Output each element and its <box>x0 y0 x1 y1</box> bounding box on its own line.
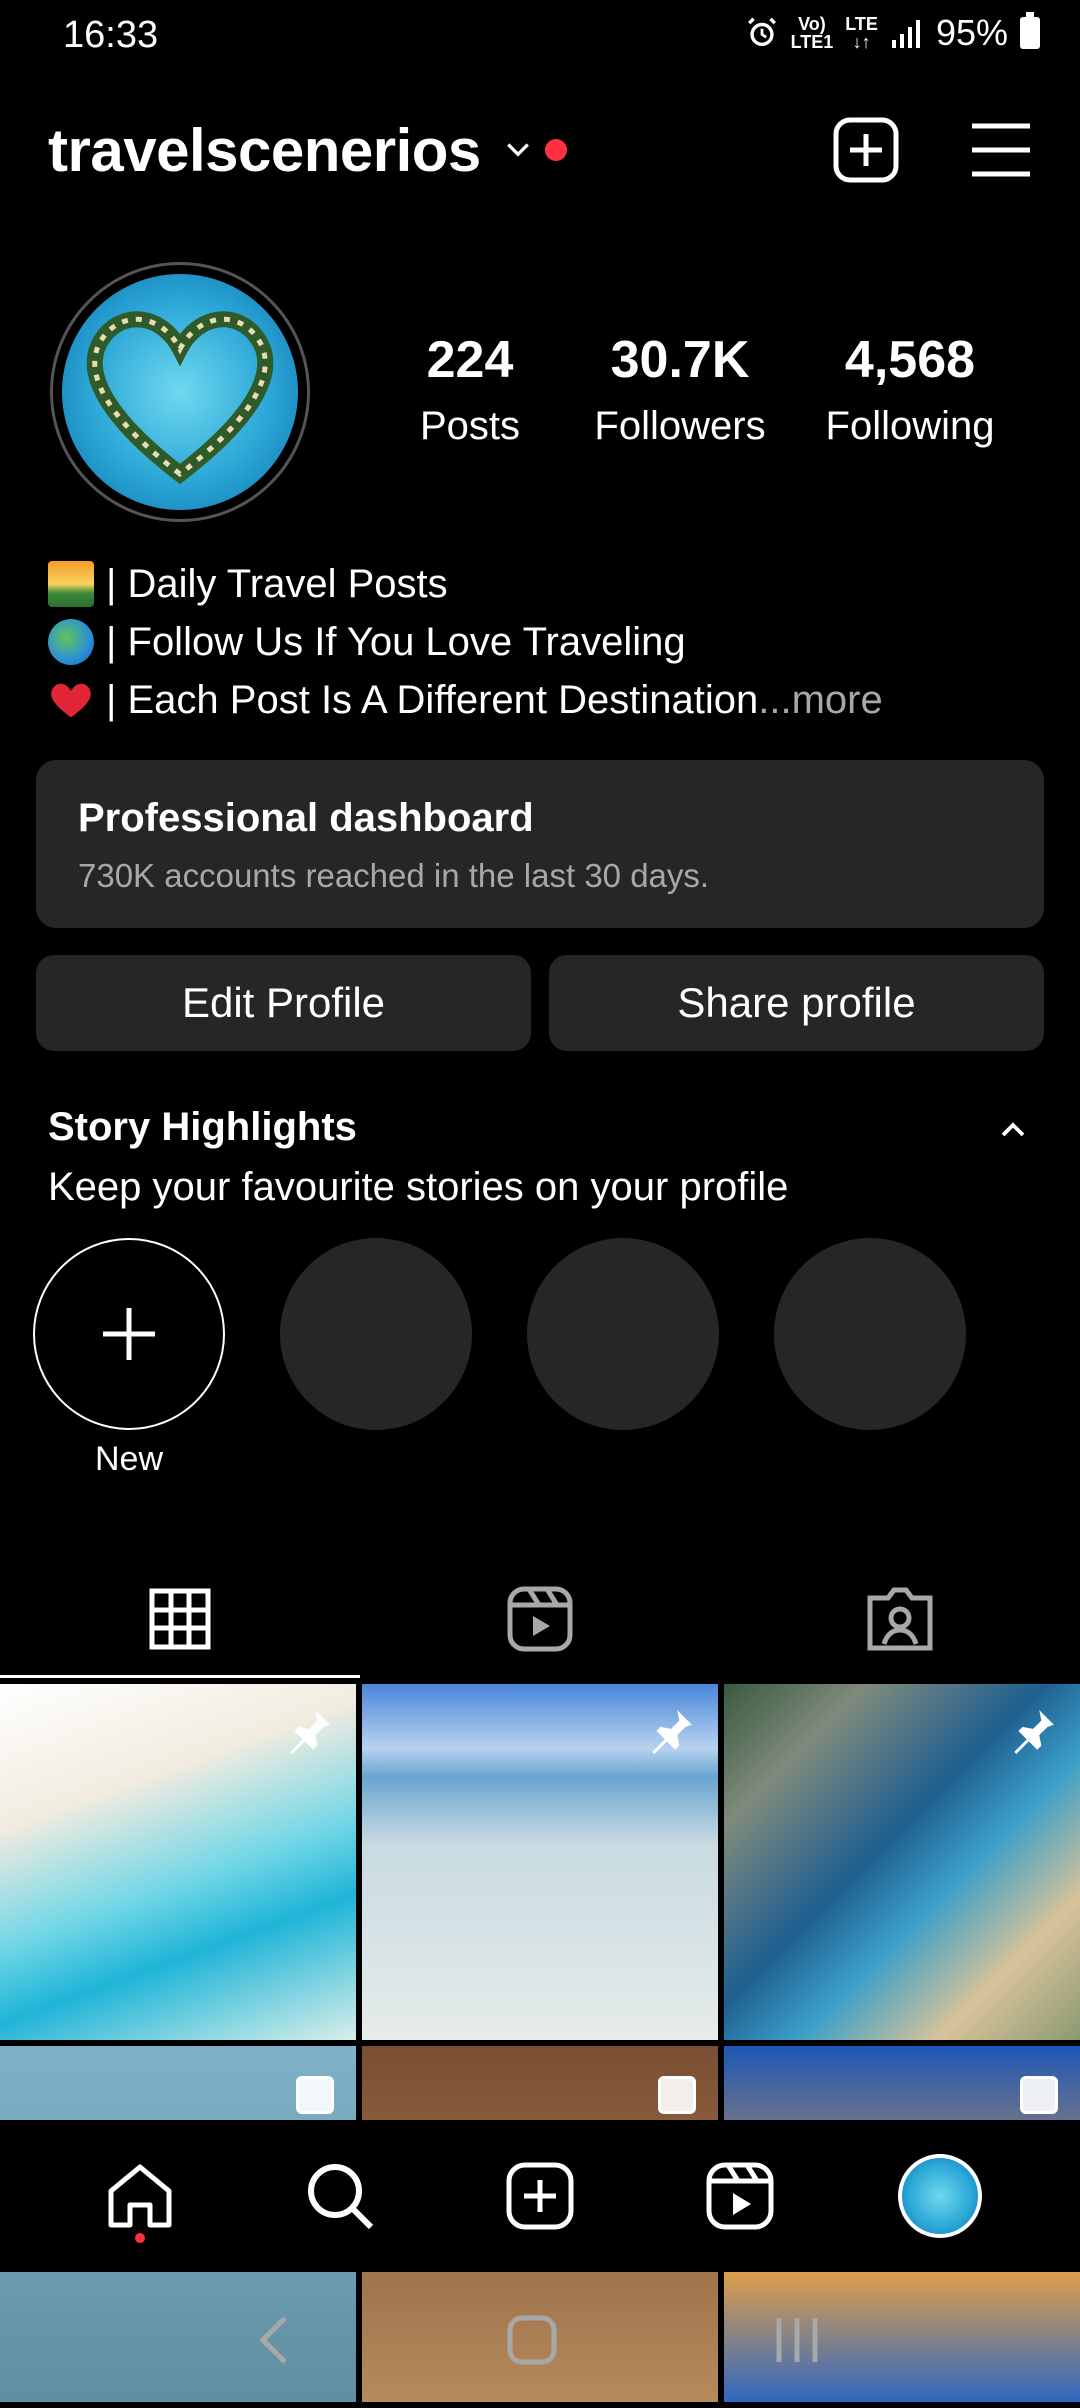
tagged-icon <box>867 1587 933 1651</box>
home-icon <box>108 2164 172 2228</box>
menu-icon[interactable] <box>970 122 1032 178</box>
plus-icon <box>103 1308 155 1360</box>
highlights-title: Story Highlights <box>48 1105 357 1149</box>
carousel-icon <box>1020 2076 1058 2114</box>
profile-action-buttons: Edit Profile Share profile <box>36 955 1044 1051</box>
stat-posts[interactable]: 224 Posts <box>380 330 560 449</box>
back-icon[interactable] <box>255 2312 295 2368</box>
nav-create[interactable] <box>485 2141 595 2251</box>
highlights-row <box>33 1238 966 1430</box>
nav-reels[interactable] <box>685 2141 795 2251</box>
professional-dashboard[interactable]: Professional dashboard 730K accounts rea… <box>36 760 1044 928</box>
grid-icon <box>149 1588 211 1650</box>
highlights-subtitle: Keep your favourite stories on your prof… <box>48 1165 789 1209</box>
username[interactable]: travelscenerios <box>48 116 481 185</box>
highlight-placeholder <box>280 1238 472 1430</box>
following-count: 4,568 <box>844 331 976 389</box>
chevron-up-icon[interactable] <box>998 1115 1028 1145</box>
followers-label: Followers <box>594 404 766 448</box>
avatar-image <box>62 274 298 510</box>
bio-line-3: | Each Post Is A Different Destination..… <box>48 671 883 729</box>
bio-line-2: | Follow Us If You Love Traveling <box>48 613 883 671</box>
bio-more-link[interactable]: more <box>792 671 883 729</box>
post-thumbnail[interactable] <box>362 1684 718 2040</box>
stat-followers[interactable]: 30.7K Followers <box>560 330 800 449</box>
posts-label: Posts <box>419 404 521 448</box>
profile-tabs <box>0 1560 1080 1678</box>
bio-line-1: | Daily Travel Posts <box>48 555 883 613</box>
volte-indicator: Vo) LTE1 <box>790 14 834 52</box>
globe-icon <box>48 619 94 665</box>
status-time: 16:33 <box>63 14 159 56</box>
create-icon[interactable] <box>832 116 900 184</box>
home-notification-dot <box>135 2233 145 2243</box>
battery-percent: 95% <box>935 12 1008 53</box>
tab-posts-grid[interactable] <box>0 1560 360 1678</box>
status-bar: 16:33 Vo) LTE1 LTE ↓↑ 95% <box>0 0 1080 72</box>
chevron-down-icon[interactable] <box>505 137 531 163</box>
header-actions <box>832 116 1032 184</box>
lte-indicator: LTE ↓↑ <box>845 14 878 52</box>
posts-count: 224 <box>426 331 514 389</box>
pin-icon <box>1014 1710 1054 1754</box>
highlight-placeholder <box>527 1238 719 1430</box>
profile-bio: | Daily Travel Posts | Follow Us If You … <box>48 555 883 729</box>
dashboard-subtitle: 730K accounts reached in the last 30 day… <box>78 857 710 894</box>
heart-island-image <box>86 311 274 485</box>
stat-following[interactable]: 4,568 Following <box>800 330 1020 449</box>
profile-header: travelscenerios <box>48 100 1032 200</box>
new-highlight-label: New <box>94 1440 164 1478</box>
profile-stats: 224 Posts 30.7K Followers 4,568 Followin… <box>380 330 1040 449</box>
followers-count: 30.7K <box>610 331 750 389</box>
highlight-placeholder <box>774 1238 966 1430</box>
carousel-icon <box>296 2076 334 2114</box>
nav-home[interactable] <box>85 2141 195 2251</box>
notification-dot <box>544 139 567 161</box>
post-thumbnail[interactable] <box>0 1684 356 2040</box>
tab-tagged[interactable] <box>720 1560 1080 1678</box>
new-highlight-button[interactable] <box>33 1238 225 1430</box>
following-label: Following <box>825 404 995 448</box>
home-button-icon[interactable] <box>504 2312 560 2368</box>
heart-icon <box>51 683 91 718</box>
status-icons: Vo) LTE1 LTE ↓↑ 95% <box>745 12 1040 54</box>
edit-profile-button[interactable]: Edit Profile <box>36 955 531 1051</box>
share-profile-button[interactable]: Share profile <box>549 955 1044 1051</box>
reels-icon <box>706 2162 774 2230</box>
bottom-navigation <box>0 2120 1080 2272</box>
create-icon <box>506 2162 574 2230</box>
reels-icon <box>507 1586 573 1652</box>
search-icon <box>308 2164 374 2230</box>
pin-icon <box>290 1710 330 1754</box>
battery-icon <box>1020 12 1040 49</box>
alarm-icon <box>747 17 776 47</box>
pin-icon <box>652 1710 692 1754</box>
recent-apps-icon[interactable] <box>769 2312 825 2368</box>
dashboard-title: Professional dashboard <box>78 796 534 840</box>
system-navigation <box>0 2272 1080 2408</box>
nav-search[interactable] <box>285 2141 395 2251</box>
carousel-icon <box>658 2076 696 2114</box>
signal-icon <box>891 20 920 48</box>
sunrise-icon <box>48 561 94 607</box>
post-thumbnail[interactable] <box>724 1684 1080 2040</box>
profile-avatar-small <box>898 2154 982 2238</box>
nav-profile[interactable] <box>885 2141 995 2251</box>
tab-reels[interactable] <box>360 1560 720 1678</box>
profile-avatar[interactable] <box>50 262 310 522</box>
